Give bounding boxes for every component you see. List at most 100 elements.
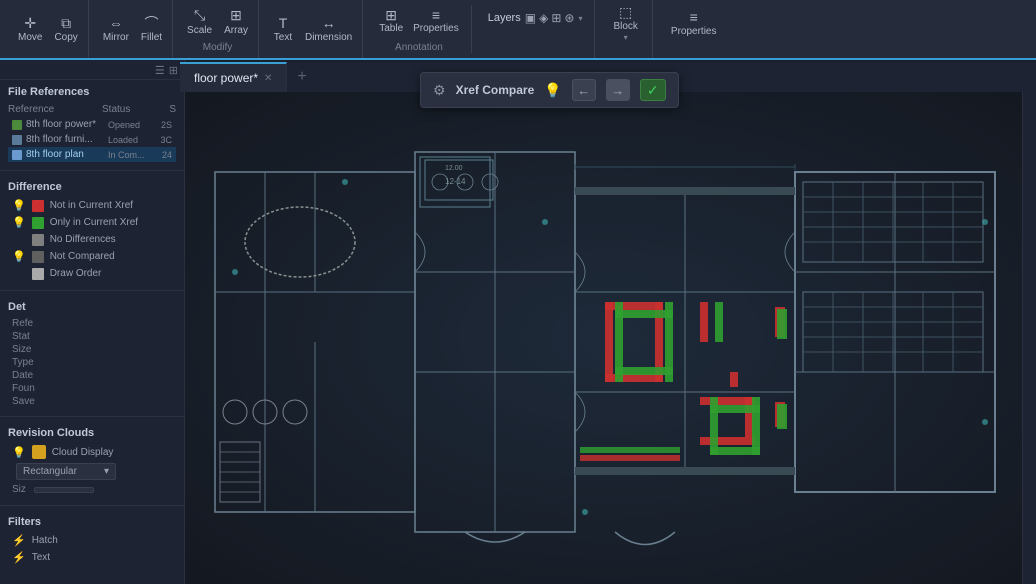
block-row: ⬚ Block ▾ <box>609 2 641 44</box>
svg-text:12.00: 12.00 <box>445 165 463 172</box>
svg-text:12-14: 12-14 <box>445 177 466 186</box>
toolbar-text-dim-row: T Text ↔ Dimension <box>269 13 356 45</box>
details-title: Det <box>8 301 176 313</box>
diff-label-0: Not in Current Xref <box>50 200 172 211</box>
properties2-row: ≡ Properties <box>667 7 721 39</box>
diff-swatch-1 <box>32 217 44 229</box>
revision-cloud-label: Cloud Display <box>52 447 114 458</box>
layer-icon-3[interactable]: ⊞ <box>551 11 561 25</box>
tab-label-floor-power: floor power* <box>194 71 258 85</box>
file-row-1[interactable]: 8th floor furni... Loaded 3C <box>8 132 176 147</box>
revision-bulb: 💡 <box>12 446 26 459</box>
diff-bulb-0: 💡 <box>12 199 26 212</box>
floor-plan-svg: 12-14 12.00 <box>185 92 1036 584</box>
scale-button[interactable]: ⤡ Scale <box>183 6 216 38</box>
col-size: S <box>156 104 176 115</box>
revision-clouds-section: Revision Clouds 💡 Cloud Display Rectangu… <box>0 421 184 501</box>
col-status: Status <box>102 104 152 115</box>
xref-settings-icon[interactable]: ⚙ <box>433 82 446 99</box>
text-button[interactable]: T Text <box>269 13 297 45</box>
tab-add-button[interactable]: + <box>287 68 316 86</box>
file-dot-1 <box>12 135 22 145</box>
sidebar-grid-icon[interactable]: ⊞ <box>169 64 178 77</box>
diff-row-0: 💡 Not in Current Xref <box>8 197 176 214</box>
revision-shape-label: Rectangular <box>23 466 77 477</box>
file-status-2: In Com... <box>108 150 148 160</box>
block-button[interactable]: ⬚ Block ▾ <box>609 2 641 44</box>
file-dot-0 <box>12 120 22 130</box>
diff-label-2: No Differences <box>50 234 172 245</box>
detail-stat: Stat <box>8 330 176 343</box>
table-layers-group: ⊞ Table ≡ Properties Annotation <box>367 5 471 53</box>
layer-icon-2[interactable]: ◈ <box>539 11 548 25</box>
scroll-bar-right[interactable] <box>1022 92 1036 584</box>
copy-button[interactable]: ⧉ Copy <box>50 13 81 45</box>
modify-label: Modify <box>203 42 232 53</box>
xref-forward-button[interactable]: → <box>606 79 630 101</box>
table-properties-row: ⊞ Table ≡ Properties <box>375 5 462 36</box>
table-icon: ⊞ <box>381 7 401 23</box>
move-button[interactable]: ✛ Move <box>14 13 46 45</box>
layer-icon-1[interactable]: ▣ <box>525 11 536 25</box>
file-row-2[interactable]: 8th floor plan In Com... 24 <box>8 147 176 162</box>
diff-bulb-1: 💡 <box>12 216 26 229</box>
xref-compare-title: Xref Compare <box>456 83 535 97</box>
diff-label-3: Not Compared <box>50 251 172 262</box>
divider-2 <box>0 290 184 291</box>
filter-text[interactable]: ⚡ Text <box>8 549 176 566</box>
file-dot-2 <box>12 150 22 160</box>
tab-floor-power[interactable]: floor power* ✕ <box>180 62 287 92</box>
properties2-button[interactable]: ≡ Properties <box>667 7 721 39</box>
block-icon: ⬚ <box>616 4 636 20</box>
size-label: Siz <box>12 484 26 495</box>
diff-row-3: 💡 Not Compared <box>8 248 176 265</box>
revision-cloud-row: 💡 Cloud Display <box>8 443 176 461</box>
fillet-button[interactable]: ⌒ Fillet <box>137 13 166 45</box>
fillet-icon: ⌒ <box>141 15 161 31</box>
toolbar-scale-array-row: ⤡ Scale ⊞ Array <box>183 6 252 38</box>
diff-swatch-2 <box>32 234 44 246</box>
detail-save: Save <box>8 395 176 408</box>
diff-swatch-4 <box>32 268 44 280</box>
scale-icon: ⤡ <box>190 8 210 24</box>
xref-bulb-icon[interactable]: 💡 <box>544 82 561 99</box>
sidebar: ☰ ⊞ File References Reference Status S 8… <box>0 60 185 584</box>
diff-row-1: 💡 Only in Current Xref <box>8 214 176 231</box>
diff-swatch-0 <box>32 200 44 212</box>
dimension-icon: ↔ <box>319 15 339 31</box>
sidebar-list-icon[interactable]: ☰ <box>155 64 165 77</box>
file-row-0[interactable]: 8th floor power* Opened 2S <box>8 117 176 132</box>
layer-icon-4[interactable]: ⊛ <box>564 11 574 25</box>
file-name-2: 8th floor plan <box>26 149 104 160</box>
sidebar-tab-icons: ☰ ⊞ <box>0 60 184 80</box>
xref-accept-button[interactable]: ✓ <box>640 79 666 101</box>
diff-swatch-3 <box>32 251 44 263</box>
col-reference: Reference <box>8 104 98 115</box>
file-references-section: File References Reference Status S 8th f… <box>0 80 184 166</box>
file-size-2: 24 <box>152 150 172 160</box>
filters-section: Filters ⚡ Hatch ⚡ Text <box>0 510 184 570</box>
dimension-button[interactable]: ↔ Dimension <box>301 13 356 45</box>
tab-close-floor-power[interactable]: ✕ <box>264 73 272 84</box>
diff-bulb-3: 💡 <box>12 250 26 263</box>
size-input[interactable] <box>34 487 94 493</box>
array-button[interactable]: ⊞ Array <box>220 6 252 38</box>
mirror-button[interactable]: ⇔ Mirror <box>99 13 133 45</box>
toolbar-move-copy-group: ✛ Move ⧉ Copy <box>8 0 89 58</box>
move-icon: ✛ <box>20 15 40 31</box>
canvas-area[interactable]: 12-14 12.00 <box>185 92 1036 584</box>
file-status-1: Loaded <box>108 135 148 145</box>
file-size-0: 2S <box>152 120 172 130</box>
filter-text-label: Text <box>32 552 50 563</box>
diff-label-1: Only in Current Xref <box>50 217 172 228</box>
filter-hatch[interactable]: ⚡ Hatch <box>8 532 176 549</box>
properties-button[interactable]: ≡ Properties <box>409 5 463 36</box>
details-section: Det Refe Stat Size Type Date Foun Save <box>0 295 184 412</box>
xref-back-button[interactable]: ← <box>572 79 596 101</box>
revision-shape-dropdown[interactable]: Rectangular ▾ <box>16 463 116 480</box>
table-button[interactable]: ⊞ Table <box>375 5 407 36</box>
difference-title: Difference <box>8 181 176 193</box>
diff-label-4: Draw Order <box>50 268 172 279</box>
layers-icons: ▣ ◈ ⊞ ⊛ <box>525 11 575 25</box>
difference-section: Difference 💡 Not in Current Xref 💡 Only … <box>0 175 184 286</box>
